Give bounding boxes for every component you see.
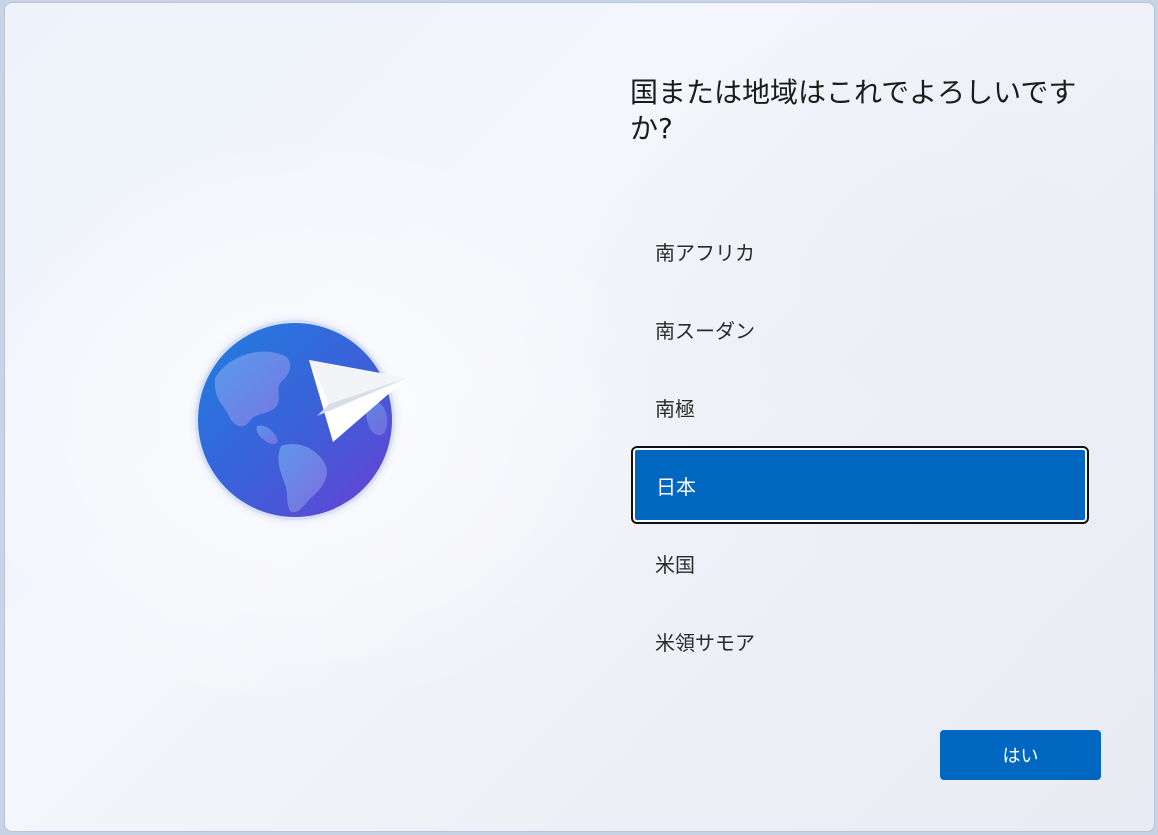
region-list[interactable]: 南アフリカ 南スーダン 南極 日本 米国 米領サモア xyxy=(631,212,1089,680)
list-item[interactable]: 南極 xyxy=(631,368,1089,446)
oobe-window: 国または地域はこれでよろしいですか? 南アフリカ 南スーダン 南極 日本 米国 … xyxy=(4,2,1155,832)
list-item[interactable]: 南アフリカ xyxy=(631,212,1089,290)
list-item-selected[interactable]: 日本 xyxy=(631,446,1089,524)
list-item[interactable]: 米国 xyxy=(631,524,1089,602)
list-item[interactable]: 米領サモア xyxy=(631,602,1089,680)
yes-button[interactable]: はい xyxy=(940,730,1101,780)
globe-with-paper-plane-icon xyxy=(185,308,425,538)
list-item[interactable]: 南スーダン xyxy=(631,290,1089,368)
page-title: 国または地域はこれでよろしいですか? xyxy=(630,76,1077,145)
